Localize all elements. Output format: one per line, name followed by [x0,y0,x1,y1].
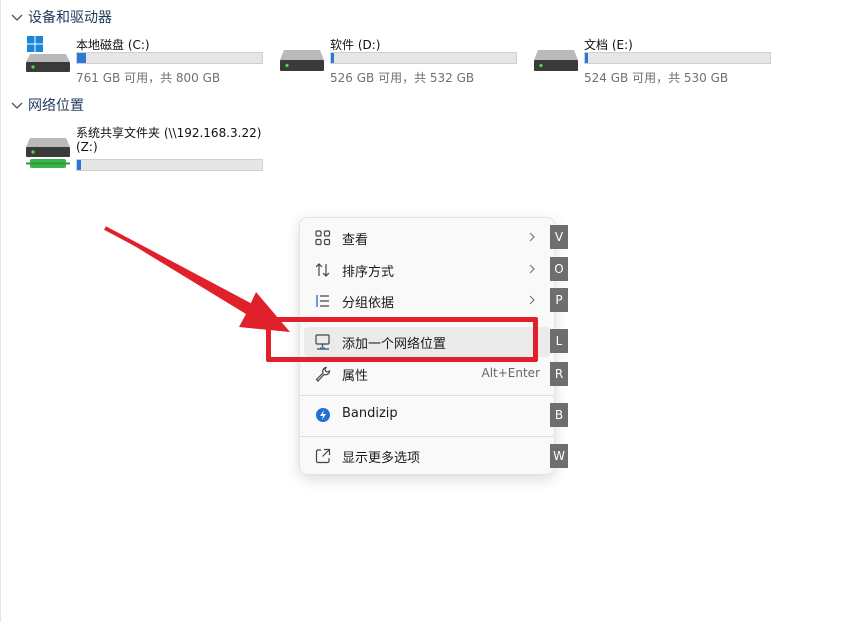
network-drive-icon [26,138,70,168]
menu-item-label: 显示更多选项 [342,451,421,466]
access-key-badge: L [550,329,568,353]
menu-item-show-more-options[interactable]: 显示更多选项 [304,441,550,471]
drive-usage-bar [584,52,771,64]
chevron-right-icon [529,264,535,274]
drive-usage-bar [76,52,263,64]
menu-item-sort[interactable]: 排序方式 [304,255,550,285]
drive-name: 软件 (D:) [330,38,381,52]
menu-item-properties[interactable]: 属性 Alt+Enter [304,359,550,389]
chevron-right-icon [529,232,535,242]
drive-free-space: 524 GB 可用，共 530 GB [584,71,729,85]
drive-usage-bar [330,52,517,64]
shortcut-text: Alt+Enter [481,366,540,380]
section-title: 设备和驱动器 [28,10,112,26]
menu-item-label: 属性 [342,369,369,384]
menu-item-label: 查看 [342,233,369,248]
access-key-badge: B [550,403,568,427]
bandizip-icon [316,408,330,422]
section-header-network[interactable]: 网络位置 [10,95,84,115]
menu-item-label: Bandizip [342,406,398,421]
wrench-icon [315,366,331,382]
access-key-badge: V [550,225,568,249]
access-key-badge: O [550,257,568,281]
drive-d[interactable]: 软件 (D:) 526 GB 可用，共 532 GB [280,36,520,86]
drive-c[interactable]: 本地磁盘 (C:) 761 GB 可用，共 800 GB [26,36,266,86]
drive-letter: (Z:) [76,140,98,154]
drive-name: 本地磁盘 (C:) [76,38,150,52]
group-by-icon [316,295,329,307]
access-key-badge: P [550,288,568,312]
sort-icon [315,263,330,277]
chevron-down-icon [11,102,23,109]
annotation-highlight-box [266,317,538,362]
drive-free-space: 526 GB 可用，共 532 GB [330,71,475,85]
drive-name: 文档 (E:) [584,38,633,52]
drive-free-space: 761 GB 可用，共 800 GB [76,71,221,85]
chevron-right-icon [529,295,535,305]
section-header-devices[interactable]: 设备和驱动器 [10,7,112,27]
network-drive-z[interactable]: 系统共享文件夹 (\\192.168.3.22) (Z:) [26,124,266,174]
section-title: 网络位置 [28,98,84,114]
access-key-badge: R [550,362,568,386]
grid-icon [315,230,331,246]
menu-item-bandizip[interactable]: Bandizip [304,400,550,430]
drive-icon [280,50,324,71]
menu-item-label: 分组依据 [342,296,395,311]
window-edge [0,0,1,622]
menu-item-label: 排序方式 [342,265,395,280]
menu-item-view[interactable]: 查看 [304,223,550,253]
drive-name: 系统共享文件夹 (\\192.168.3.22) [76,126,262,140]
chevron-down-icon [11,14,23,21]
open-external-icon [315,448,331,464]
menu-separator [300,395,554,396]
drive-e[interactable]: 文档 (E:) 524 GB 可用，共 530 GB [534,36,774,86]
drive-icon [534,50,578,71]
windows-drive-icon [26,36,70,72]
menu-item-group-by[interactable]: 分组依据 [304,286,550,316]
menu-separator [300,436,554,437]
drive-usage-bar [76,159,263,171]
access-key-badge: W [550,444,568,468]
